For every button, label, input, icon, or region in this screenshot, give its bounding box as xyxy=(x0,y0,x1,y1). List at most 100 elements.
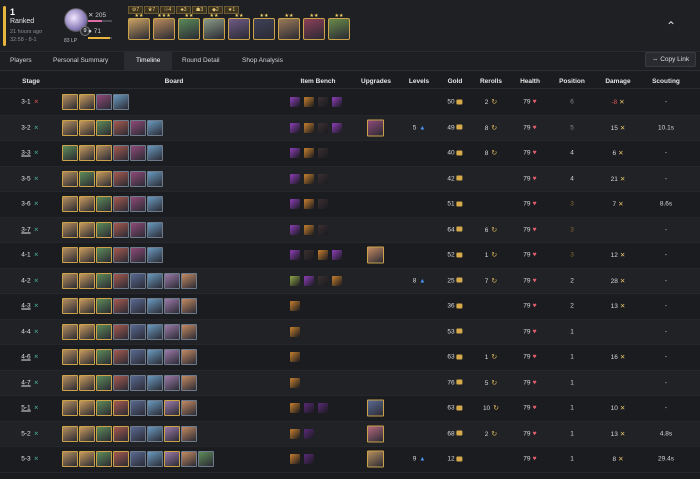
unit-portrait[interactable] xyxy=(147,272,163,289)
unit-portrait[interactable] xyxy=(113,349,129,366)
item-icon[interactable] xyxy=(290,224,300,235)
col-damage[interactable]: Damage xyxy=(605,78,630,85)
unit-portrait[interactable] xyxy=(96,221,112,238)
unit-portrait[interactable] xyxy=(79,323,95,340)
unit-portrait[interactable] xyxy=(147,349,163,366)
item-icon[interactable] xyxy=(318,275,328,286)
unit-portrait[interactable] xyxy=(96,272,112,289)
stage-cell[interactable]: 4-4 ✕ xyxy=(21,328,38,335)
item-icon[interactable] xyxy=(318,224,328,235)
unit-portrait[interactable] xyxy=(79,400,95,417)
collapse-chevron-icon[interactable]: ⌃ xyxy=(666,19,676,33)
item-icon[interactable] xyxy=(290,97,300,108)
table-row[interactable]: 3-1 ✕ 50 2 ↻ 79 ♥ 6 -8 ✕ - xyxy=(0,90,700,116)
unit-portrait[interactable] xyxy=(147,374,163,391)
tab-round-detail[interactable]: Round Detail xyxy=(182,52,220,70)
col-position[interactable]: Position xyxy=(559,78,585,85)
table-row[interactable]: 4-6 ✕ 63 1 ↻ 79 ♥ 1 16 ✕ - xyxy=(0,345,700,371)
item-icon[interactable] xyxy=(304,199,314,210)
item-icon[interactable] xyxy=(304,454,314,465)
stage-cell[interactable]: 3-3 ✕ xyxy=(21,150,38,157)
table-row[interactable]: 4-3 ✕ 36 79 ♥ 2 13 ✕ - xyxy=(0,294,700,320)
unit-portrait[interactable] xyxy=(96,374,112,391)
unit-portrait[interactable] xyxy=(113,145,129,162)
unit-portrait[interactable] xyxy=(147,451,163,468)
upgrade-portrait[interactable] xyxy=(367,246,384,264)
unit-portrait[interactable] xyxy=(96,247,112,264)
table-row[interactable]: 4-7 ✕ 76 5 ↻ 79 ♥ 1 - xyxy=(0,370,700,396)
unit-portrait[interactable] xyxy=(79,298,95,315)
table-row[interactable]: 5-2 ✕ 68 2 ↻ 79 ♥ 1 13 ✕ 4.8s xyxy=(0,421,700,447)
unit-portrait[interactable] xyxy=(130,374,146,391)
unit-portrait[interactable] xyxy=(147,298,163,315)
item-icon[interactable] xyxy=(290,122,300,133)
unit-portrait[interactable] xyxy=(130,323,146,340)
col-scouting[interactable]: Scouting xyxy=(652,78,680,85)
unit-portrait[interactable] xyxy=(113,247,129,264)
champion-portrait[interactable]: ★★ xyxy=(303,14,325,40)
unit-portrait[interactable] xyxy=(96,298,112,315)
item-icon[interactable] xyxy=(304,97,314,108)
unit-portrait[interactable] xyxy=(164,374,180,391)
table-row[interactable]: 3-7 ✕ 64 6 ↻ 79 ♥ 3 - xyxy=(0,217,700,243)
unit-portrait[interactable] xyxy=(181,349,197,366)
unit-portrait[interactable] xyxy=(164,323,180,340)
unit-portrait[interactable] xyxy=(181,298,197,315)
unit-portrait[interactable] xyxy=(96,119,112,136)
col-item-bench[interactable]: Item Bench xyxy=(300,78,335,85)
item-icon[interactable] xyxy=(304,403,314,414)
item-icon[interactable] xyxy=(304,148,314,159)
unit-portrait[interactable] xyxy=(62,145,78,162)
table-row[interactable]: 4-1 ✕ 52 1 ↻ 79 ♥ 3 12 ✕ - xyxy=(0,243,700,269)
unit-portrait[interactable] xyxy=(62,221,78,238)
stage-cell[interactable]: 3-7 ✕ xyxy=(21,226,38,233)
unit-portrait[interactable] xyxy=(164,349,180,366)
unit-portrait[interactable] xyxy=(113,374,129,391)
unit-portrait[interactable] xyxy=(181,272,197,289)
stage-cell[interactable]: 3-5 ✕ xyxy=(21,175,38,182)
item-icon[interactable] xyxy=(290,377,300,388)
stage-cell[interactable]: 3-2 ✕ xyxy=(21,124,38,131)
tab-players[interactable]: Players xyxy=(10,52,32,70)
unit-portrait[interactable] xyxy=(181,425,197,442)
unit-portrait[interactable] xyxy=(147,247,163,264)
unit-portrait[interactable] xyxy=(164,272,180,289)
stage-cell[interactable]: 3-6 ✕ xyxy=(21,201,38,208)
stage-cell[interactable]: 5-2 ✕ xyxy=(21,430,38,437)
unit-portrait[interactable] xyxy=(62,247,78,264)
stage-cell[interactable]: 4-1 ✕ xyxy=(21,252,38,259)
tab-personal-summary[interactable]: Personal Summary xyxy=(53,52,108,70)
unit-portrait[interactable] xyxy=(79,94,95,111)
unit-portrait[interactable] xyxy=(79,170,95,187)
match-header[interactable]: 1 Ranked 21 hours ago 32:58 - 8-1 9 83 L… xyxy=(0,0,700,52)
unit-portrait[interactable] xyxy=(181,451,197,468)
champion-portrait[interactable]: ★★ xyxy=(178,14,200,40)
upgrade-portrait[interactable] xyxy=(367,399,384,417)
unit-portrait[interactable] xyxy=(62,349,78,366)
col-gold[interactable]: Gold xyxy=(448,78,463,85)
unit-portrait[interactable] xyxy=(164,400,180,417)
unit-portrait[interactable] xyxy=(96,196,112,213)
table-row[interactable]: 5-3 ✕ 9 ▲ 12 79 ♥ 1 8 ✕ 29.4s xyxy=(0,447,700,473)
unit-portrait[interactable] xyxy=(96,349,112,366)
unit-portrait[interactable] xyxy=(96,451,112,468)
champion-portrait[interactable]: ★★ xyxy=(253,14,275,40)
unit-portrait[interactable] xyxy=(79,425,95,442)
item-icon[interactable] xyxy=(332,275,342,286)
upgrade-portrait[interactable] xyxy=(367,425,384,443)
champion-portrait[interactable]: ★★ xyxy=(228,14,250,40)
champion-portrait[interactable]: ★★ xyxy=(203,14,225,40)
unit-portrait[interactable] xyxy=(62,323,78,340)
unit-portrait[interactable] xyxy=(113,221,129,238)
unit-portrait[interactable] xyxy=(113,94,129,111)
unit-portrait[interactable] xyxy=(113,298,129,315)
item-icon[interactable] xyxy=(332,250,342,261)
unit-portrait[interactable] xyxy=(147,221,163,238)
unit-portrait[interactable] xyxy=(130,221,146,238)
unit-portrait[interactable] xyxy=(113,119,129,136)
unit-portrait[interactable] xyxy=(79,349,95,366)
tab-shop-analysis[interactable]: Shop Analysis xyxy=(242,52,283,70)
unit-portrait[interactable] xyxy=(79,145,95,162)
item-icon[interactable] xyxy=(304,428,314,439)
unit-portrait[interactable] xyxy=(79,451,95,468)
